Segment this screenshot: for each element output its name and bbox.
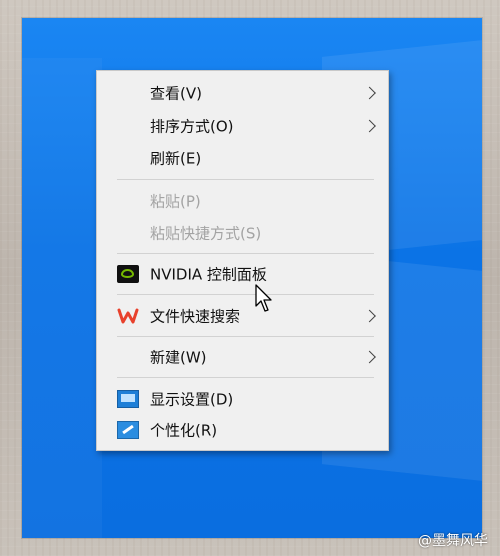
menu-item-label: 粘贴(P) [150,192,201,211]
menu-separator [117,377,374,378]
nvidia-icon [117,265,139,283]
menu-item-file-quick-search[interactable]: 文件快速搜索 [97,300,388,332]
menu-item-label: 新建(W) [150,348,207,367]
personalize-icon [117,421,139,439]
menu-item-label: 刷新(E) [150,149,202,168]
wallpaper-light-pane [22,58,102,538]
menu-item-label: 文件快速搜索 [150,307,241,326]
menu-item-label: 个性化(R) [150,421,218,440]
watermark-text: @墨舞风华 [418,533,488,549]
menu-item-sort-by[interactable]: 排序方式(O) [97,110,388,142]
chevron-right-icon [363,309,376,323]
menu-item-display-settings[interactable]: 显示设置(D) [97,383,388,415]
menu-item-paste-shortcut[interactable]: 粘贴快捷方式(S) [97,217,388,249]
menu-item-label: 排序方式(O) [150,117,234,136]
chevron-right-icon [363,86,376,100]
menu-item-paste[interactable]: 粘贴(P) [97,185,388,217]
menu-item-label: 查看(V) [150,84,202,103]
menu-item-view[interactable]: 查看(V) [97,77,388,109]
menu-item-label: 显示设置(D) [150,390,234,409]
chevron-right-icon [363,350,376,364]
menu-item-nvidia-control-panel[interactable]: NVIDIA 控制面板 [97,258,388,290]
chevron-right-icon [363,119,376,133]
wps-icon [117,307,139,325]
menu-item-label: 粘贴快捷方式(S) [150,224,262,243]
menu-separator [117,294,374,295]
menu-item-personalize[interactable]: 个性化(R) [97,414,388,446]
menu-item-label: NVIDIA 控制面板 [150,265,267,284]
desktop-context-menu: 查看(V) 排序方式(O) 刷新(E) 粘贴(P) 粘贴快捷方式(S) NVID… [96,70,389,451]
menu-separator [117,336,374,337]
menu-item-new[interactable]: 新建(W) [97,341,388,373]
display-settings-icon [117,390,139,408]
menu-item-refresh[interactable]: 刷新(E) [97,142,388,174]
menu-separator [117,253,374,254]
mouse-cursor-icon [255,284,275,314]
menu-separator [117,179,374,180]
